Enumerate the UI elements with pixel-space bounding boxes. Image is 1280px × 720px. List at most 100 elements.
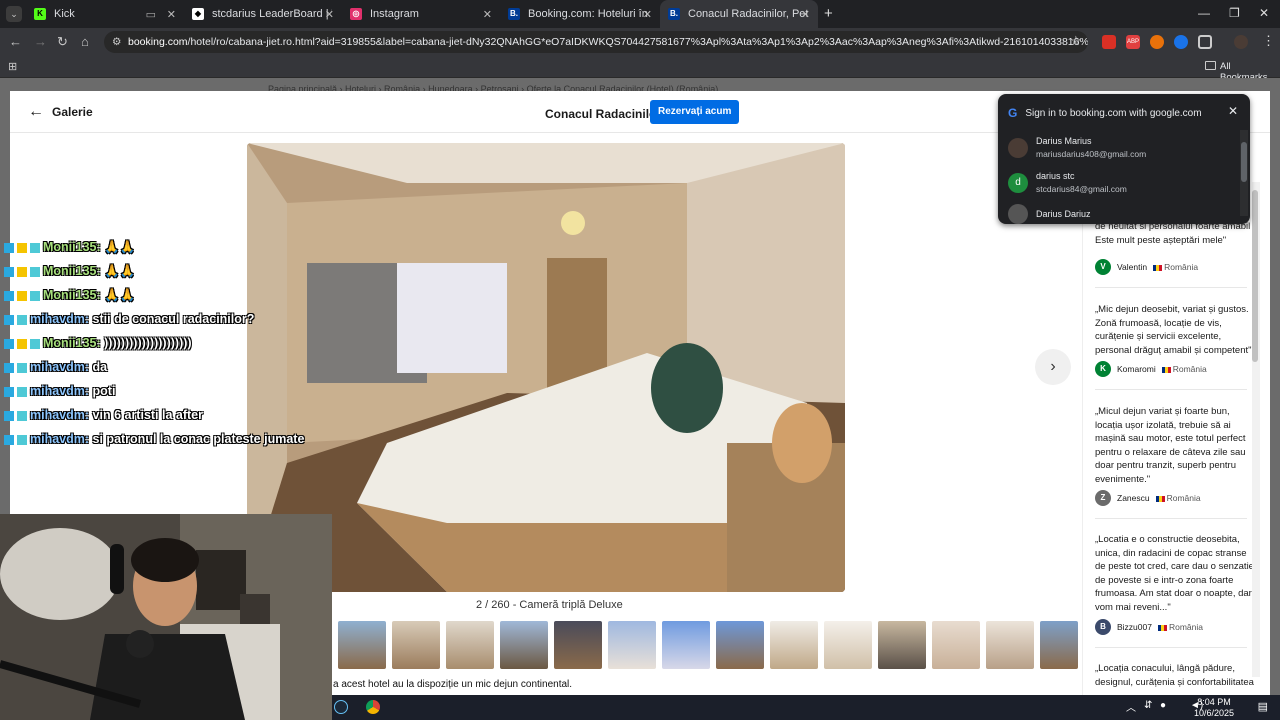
tab-instagram[interactable]: ◎ Instagram ✕ xyxy=(342,4,500,24)
avatar xyxy=(1008,137,1028,158)
close-icon[interactable]: ✕ xyxy=(167,8,176,21)
chat-message: mihavdm: si patronul la conac plateste j… xyxy=(4,432,304,446)
close-icon[interactable]: ✕ xyxy=(483,8,492,21)
address-bar[interactable]: ⚙ booking.com/hotel/ro/cabana-jiet.ro.ht… xyxy=(104,31,1088,53)
thumbnail[interactable] xyxy=(770,621,818,669)
thumbnail[interactable] xyxy=(878,621,926,669)
microphone-icon[interactable]: ● xyxy=(1160,700,1166,711)
thumbnail[interactable] xyxy=(392,621,440,669)
back-icon[interactable]: ← xyxy=(9,34,22,49)
divider xyxy=(1095,287,1247,288)
divider xyxy=(1095,518,1247,519)
thumbnail[interactable] xyxy=(824,621,872,669)
site-info-icon[interactable]: ⚙ xyxy=(112,31,121,53)
chat-username: Monii135: xyxy=(43,264,101,278)
reviews-sidebar: de neuitat si personalul foarte amabil E… xyxy=(1082,183,1260,695)
thumbnail[interactable] xyxy=(932,621,980,669)
chat-message: mihavdm: vin 6 artisti la after xyxy=(4,408,203,422)
adblock-icon[interactable]: ABP xyxy=(1126,35,1140,49)
arrow-left-icon: ← xyxy=(28,103,44,120)
sub-badge-icon xyxy=(30,290,40,301)
gallery-back-button[interactable]: ← Galerie xyxy=(28,103,93,121)
tab-leaderboard[interactable]: ◆ stcdarius LeaderBoard | The be ✕ xyxy=(184,4,342,24)
scrollbar-thumb[interactable] xyxy=(1241,142,1247,182)
steam-icon[interactable] xyxy=(334,700,348,714)
chat-text: 🙏🙏 xyxy=(104,240,136,254)
notifications-icon[interactable]: ▤ xyxy=(1258,700,1268,713)
next-photo-button[interactable]: › xyxy=(1035,349,1071,385)
thumbnail[interactable] xyxy=(716,621,764,669)
extension-blue-icon[interactable] xyxy=(1174,35,1188,49)
forward-icon[interactable]: → xyxy=(34,34,47,49)
thumbnail[interactable] xyxy=(986,621,1034,669)
network-icon[interactable]: ⇵ xyxy=(1144,700,1152,711)
close-icon[interactable]: ✕ xyxy=(1228,104,1238,118)
minimize-icon[interactable]: — xyxy=(1198,6,1210,20)
country-name: România xyxy=(1166,493,1201,503)
close-icon[interactable]: ✕ xyxy=(325,8,334,21)
thumbnail[interactable] xyxy=(1040,621,1078,669)
new-tab-icon[interactable]: + xyxy=(824,5,833,22)
tab-kick[interactable]: K Kick ▭ ✕ xyxy=(26,4,184,24)
thumbnail[interactable] xyxy=(500,621,548,669)
crown-badge-icon xyxy=(17,242,27,253)
menu-dots-icon[interactable]: ⋮ xyxy=(1262,33,1275,49)
review-text: „Locatia e o constructie deosebita, unic… xyxy=(1095,534,1254,613)
chat-message: mihavdm: da xyxy=(4,360,107,374)
country-name: România xyxy=(1168,622,1203,632)
tab-search-icon[interactable]: ⌄ xyxy=(6,6,22,22)
apps-grid-icon[interactable]: ⊞ xyxy=(8,60,17,73)
thumbnail[interactable] xyxy=(446,621,494,669)
tab-booking-search[interactable]: B. Booking.com: Hoteluri în Petroș ✕ xyxy=(500,4,660,24)
extension-orange-icon[interactable] xyxy=(1150,35,1164,49)
chat-text: ))))))))))))))))))))) xyxy=(104,336,192,350)
account-name: Darius Dariuz xyxy=(1036,209,1091,219)
extension-red-icon[interactable] xyxy=(1102,35,1116,49)
tray-chevron-icon[interactable]: ︿ xyxy=(1126,699,1136,714)
clock[interactable]: 8:04 PM 10/6/2025 xyxy=(1194,697,1234,719)
chat-message: mihavdm: stii de conacul radacinilor? xyxy=(4,312,254,326)
reserve-now-button[interactable]: Rezervați acum xyxy=(650,100,740,124)
thumbnail[interactable] xyxy=(554,621,602,669)
reload-icon[interactable]: ↻ xyxy=(57,34,68,50)
chat-message: Monii135: 🙏🙏 xyxy=(4,240,135,255)
popup-scrollbar[interactable] xyxy=(1240,130,1248,216)
avatar: V xyxy=(1095,259,1111,275)
review-text: „Locația conacului, lângă pădure, design… xyxy=(1095,663,1254,688)
scrollbar-thumb[interactable] xyxy=(1252,190,1258,362)
thumbnail[interactable] xyxy=(662,621,710,669)
sub-badge-icon xyxy=(17,410,27,421)
close-icon[interactable]: ✕ xyxy=(801,8,810,21)
browser-tab-bar: ⌄ K Kick ▭ ✕ ◆ stcdarius LeaderBoard | T… xyxy=(0,0,1280,28)
thumbnail[interactable] xyxy=(338,621,386,669)
checkmark-badge-icon xyxy=(4,266,14,277)
window-close-icon[interactable]: ✕ xyxy=(1259,6,1269,20)
booking-icon: B. xyxy=(668,8,680,20)
chat-username: Monii135: xyxy=(43,288,101,302)
google-popup-header: G Sign in to booking.com with google.com xyxy=(1008,106,1202,120)
sub-badge-icon xyxy=(30,338,40,349)
chat-text: vin 6 artisti la after xyxy=(92,408,203,422)
restore-icon[interactable]: ❐ xyxy=(1229,6,1240,20)
google-account-option[interactable]: Darius Marius mariusdarius408@gmail.com xyxy=(1008,136,1146,159)
author-name: Valentin xyxy=(1117,262,1148,272)
home-icon[interactable]: ⌂ xyxy=(81,34,89,49)
chat-text: 🙏🙏 xyxy=(104,288,136,302)
bookmark-star-icon[interactable]: ☆ xyxy=(1070,33,1082,49)
avatar: B xyxy=(1095,619,1111,635)
google-account-option[interactable]: Darius Dariuz xyxy=(1008,204,1091,224)
google-account-option[interactable]: d darius stc stcdarius84@gmail.com xyxy=(1008,171,1127,194)
extensions-puzzle-icon[interactable] xyxy=(1198,35,1212,49)
thumbnail[interactable] xyxy=(608,621,656,669)
main-photo[interactable] xyxy=(247,143,845,592)
profile-avatar[interactable] xyxy=(1234,35,1248,49)
page-scrollbar[interactable] xyxy=(1252,182,1260,677)
instagram-icon: ◎ xyxy=(350,8,362,20)
chat-username: mihavdm: xyxy=(30,408,90,422)
tab-booking-hotel[interactable]: B. Conacul Radacinilor, Petroșani ✕ xyxy=(660,0,818,28)
tab-media-icon[interactable]: ▭ xyxy=(146,8,156,21)
chat-text: poti xyxy=(92,384,116,398)
chrome-icon[interactable] xyxy=(366,700,380,714)
author-country: România xyxy=(1155,493,1201,503)
close-icon[interactable]: ✕ xyxy=(643,8,652,21)
